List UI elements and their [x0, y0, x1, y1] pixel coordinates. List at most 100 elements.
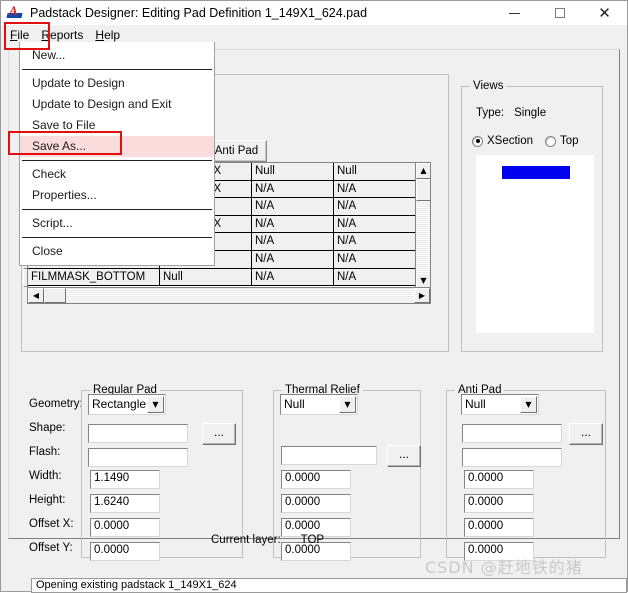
cell-thermal-relief: Null: [252, 163, 334, 180]
scroll-left-icon[interactable]: ◀: [28, 288, 44, 303]
cell-anti-pad: N/A: [337, 217, 357, 230]
cell-anti-pad: N/A: [337, 200, 357, 213]
menu-file[interactable]: File: [7, 27, 38, 43]
radio-top-icon[interactable]: [545, 135, 557, 147]
menu-separator: [22, 69, 212, 70]
anti-geometry-value: Null: [465, 397, 486, 411]
radio-top[interactable]: Top: [545, 135, 579, 147]
cell-layer: FILMMASK_BOTTOM: [28, 268, 160, 286]
menu-file-label-rest: ile: [17, 28, 30, 42]
cell-thermal-relief: N/A: [252, 198, 334, 215]
regular-shape-input[interactable]: [88, 424, 188, 443]
anti-shape-input[interactable]: [462, 424, 562, 443]
anti-offset-y-input[interactable]: 0.0000: [464, 542, 534, 561]
cell-anti-pad: Null: [337, 165, 357, 177]
anti-shape-browse-button[interactable]: ...: [569, 423, 603, 445]
regular-width-input[interactable]: 1.1490: [90, 470, 160, 489]
radio-xsection-icon[interactable]: [472, 135, 483, 147]
label-shape: Shape:: [29, 422, 66, 434]
views-group: Views Type: Single XSection Top: [461, 80, 603, 352]
current-layer-status: Current layer: TOP: [211, 534, 324, 546]
thermal-width-input[interactable]: 0.0000: [281, 470, 351, 489]
anti-flash-input[interactable]: [462, 448, 562, 467]
cell-thermal-relief: N/A: [252, 215, 334, 233]
padstack-designer-window: A Padstack Designer: Editing Pad Definit…: [0, 0, 628, 593]
grid-horizontal-scrollbar[interactable]: ◀ ▶: [28, 287, 430, 303]
table-row[interactable]: FILMMASK_BOTTOM Null N/A N/A: [28, 268, 416, 287]
cell-anti-pad: N/A: [337, 182, 357, 195]
maximize-button[interactable]: [537, 1, 582, 25]
thermal-shape-input[interactable]: [281, 446, 377, 465]
menu-separator: [22, 209, 212, 210]
menu-item-update-to-design[interactable]: Update to Design: [20, 73, 214, 94]
chevron-down-icon[interactable]: ▼: [147, 396, 164, 413]
menu-item-properties[interactable]: Properties...: [20, 185, 214, 206]
anti-offset-x-input[interactable]: 0.0000: [464, 518, 534, 537]
file-dropdown-menu[interactable]: New... Update to Design Update to Design…: [19, 42, 215, 266]
label-offset-y: Offset Y:: [29, 542, 73, 554]
regular-flash-input[interactable]: [88, 448, 188, 467]
label-offset-x: Offset X:: [29, 518, 74, 530]
regular-offset-y-input[interactable]: 0.0000: [90, 542, 160, 561]
radio-top-label: Top: [560, 135, 579, 147]
cell-regular-pad: Null: [160, 268, 252, 286]
menu-reports[interactable]: Reports: [38, 27, 92, 43]
anti-height-input[interactable]: 0.0000: [464, 494, 534, 513]
radio-xsection[interactable]: XSection: [472, 135, 533, 147]
hscroll-thumb[interactable]: [44, 288, 66, 303]
menu-item-save-as[interactable]: Save As...: [20, 136, 214, 157]
menu-item-update-to-design-and-exit[interactable]: Update to Design and Exit: [20, 94, 214, 115]
regular-height-input[interactable]: 1.6240: [90, 494, 160, 513]
cell-anti-pad: N/A: [337, 235, 357, 248]
label-width: Width:: [29, 470, 62, 482]
cell-thermal-relief: N/A: [252, 268, 334, 286]
views-type-row: Type: Single: [476, 107, 546, 119]
minimize-icon: [509, 12, 520, 14]
regular-offset-x-input[interactable]: 0.0000: [90, 518, 160, 537]
thermal-shape-browse-button[interactable]: ...: [387, 445, 421, 467]
menu-item-close[interactable]: Close: [20, 241, 214, 262]
regular-geometry-combo[interactable]: Rectangle ▼: [88, 394, 166, 415]
minimize-button[interactable]: [492, 1, 537, 25]
window-title: Padstack Designer: Editing Pad Definitio…: [30, 6, 368, 20]
regular-shape-browse-button[interactable]: ...: [202, 423, 236, 445]
anti-width-input[interactable]: 0.0000: [464, 470, 534, 489]
status-bar: Opening existing padstack 1_149X1_624: [31, 578, 627, 593]
menu-help[interactable]: Help: [92, 27, 129, 43]
regular-geometry-value: Rectangle: [92, 397, 147, 411]
window-controls: ✕: [492, 1, 627, 25]
anti-geometry-combo[interactable]: Null ▼: [461, 394, 539, 415]
label-geometry: Geometry:: [29, 398, 83, 410]
scroll-up-icon[interactable]: ▲: [416, 163, 430, 179]
menu-item-save-to-file[interactable]: Save to File: [20, 115, 214, 136]
views-type-label: Type:: [476, 107, 505, 119]
views-preview-canvas: [476, 155, 594, 333]
menu-separator: [22, 160, 212, 161]
cell-thermal-relief: N/A: [252, 233, 334, 250]
close-icon: ✕: [598, 4, 611, 22]
thermal-height-input[interactable]: 0.0000: [281, 494, 351, 513]
menu-item-script[interactable]: Script...: [20, 213, 214, 234]
chevron-down-icon[interactable]: ▼: [339, 396, 356, 413]
close-button[interactable]: ✕: [582, 1, 627, 25]
scroll-right-icon[interactable]: ▶: [414, 288, 430, 303]
radio-xsection-label: XSection: [487, 135, 534, 147]
label-flash: Flash:: [29, 446, 61, 458]
label-height: Height:: [29, 494, 66, 506]
cell-thermal-relief: N/A: [252, 180, 334, 198]
menu-reports-label-rest: eports: [50, 28, 84, 42]
vscroll-thumb[interactable]: [416, 179, 430, 201]
menu-item-new[interactable]: New...: [20, 45, 214, 66]
menu-item-check[interactable]: Check: [20, 164, 214, 185]
chevron-down-icon[interactable]: ▼: [520, 396, 537, 413]
title-bar: A Padstack Designer: Editing Pad Definit…: [1, 1, 627, 25]
cell-thermal-relief: N/A: [252, 250, 334, 268]
grid-vertical-scrollbar[interactable]: ▲ ▼: [415, 163, 430, 289]
menu-help-label-rest: elp: [104, 28, 121, 42]
thermal-geometry-value: Null: [284, 397, 305, 411]
cell-anti-pad: N/A: [337, 270, 357, 283]
cell-anti-pad: N/A: [337, 252, 357, 265]
menu-separator: [22, 237, 212, 238]
views-type-value: Single: [514, 107, 547, 119]
thermal-geometry-combo[interactable]: Null ▼: [280, 394, 358, 415]
